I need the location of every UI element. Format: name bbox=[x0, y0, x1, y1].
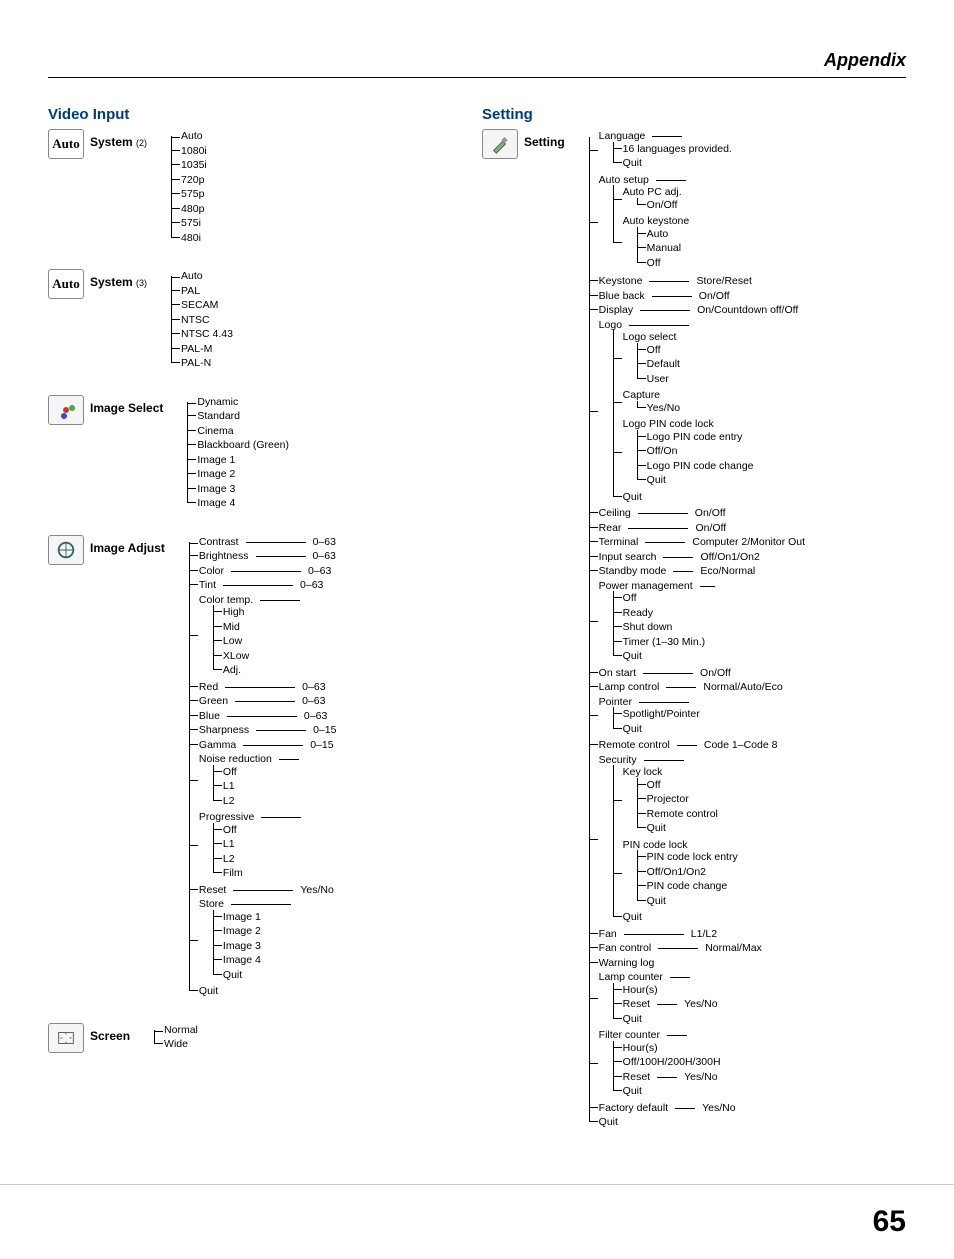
setting-column: Setting Setting Language 16 languages pr… bbox=[482, 106, 906, 1154]
image-adjust-label: Image Adjust bbox=[90, 535, 165, 555]
page-header: Appendix bbox=[48, 50, 906, 78]
image-adjust-icon bbox=[48, 535, 84, 565]
system2-label: System (2) bbox=[90, 129, 147, 149]
setting-title: Setting bbox=[482, 106, 906, 123]
video-input-title: Video Input bbox=[48, 106, 472, 123]
system2-tree: Auto 1080i 1035i 720p 575p 480p 575i 480… bbox=[153, 129, 207, 245]
image-select-tree: Dynamic Standard Cinema Blackboard (Gree… bbox=[169, 395, 289, 511]
system3-label: System (3) bbox=[90, 269, 147, 289]
image-select-label: Image Select bbox=[90, 395, 163, 415]
video-input-column: Video Input Auto System (2) Auto 1080i 1… bbox=[48, 106, 472, 1154]
setting-root-label: Setting bbox=[524, 129, 565, 149]
image-select-icon bbox=[48, 395, 84, 425]
screen-tree: Normal Wide bbox=[136, 1023, 198, 1052]
screen-label: Screen bbox=[90, 1023, 130, 1043]
system3-tree: Auto PAL SECAM NTSC NTSC 4.43 PAL-M PAL-… bbox=[153, 269, 233, 371]
setting-icon bbox=[482, 129, 518, 159]
auto-icon: Auto bbox=[48, 129, 84, 159]
auto-icon: Auto bbox=[48, 269, 84, 299]
page-number: 65 bbox=[0, 1184, 954, 1259]
screen-icon bbox=[48, 1023, 84, 1053]
setting-tree: Language 16 languages provided. Quit Aut… bbox=[571, 129, 805, 1130]
image-adjust-tree: Contrast0–63 Brightness0–63 Color0–63 Ti… bbox=[171, 535, 337, 999]
